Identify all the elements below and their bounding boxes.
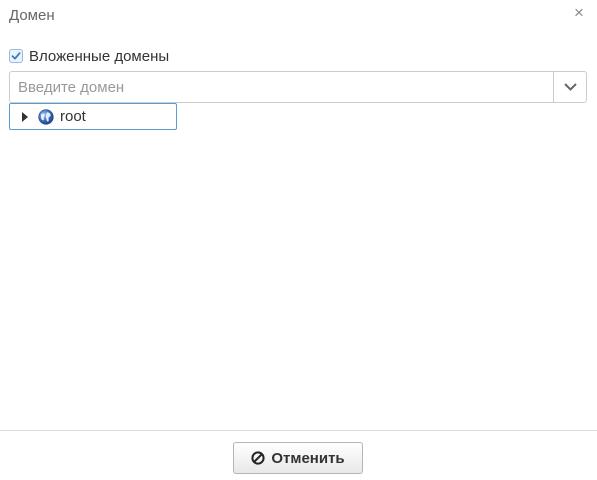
cancel-button-label: Отменить (271, 449, 345, 467)
tree-node-label: root (60, 108, 86, 125)
chevron-down-icon (563, 83, 577, 91)
tree-node-root[interactable]: root (9, 103, 177, 130)
caret-right-icon (22, 111, 28, 122)
globe-icon (38, 108, 54, 125)
dialog-footer: Отменить (0, 430, 597, 480)
subdomains-checkbox-label[interactable]: Вложенные домены (29, 48, 169, 65)
combo-toggle-button[interactable] (553, 72, 586, 102)
checkmark-icon (11, 52, 21, 60)
ban-icon (251, 451, 265, 465)
cancel-button[interactable]: Отменить (233, 442, 363, 474)
dialog-title: Домен (9, 7, 55, 24)
subdomains-checkbox[interactable] (9, 49, 23, 63)
subdomains-checkbox-row[interactable]: Вложенные домены (9, 47, 169, 65)
domain-search-input[interactable] (10, 72, 553, 102)
domain-combobox (9, 71, 587, 103)
close-icon[interactable]: × (571, 4, 587, 22)
tree-expand-icon[interactable] (20, 111, 30, 123)
domain-dialog: Домен × Вложенные домены Введите домен r… (0, 0, 597, 480)
